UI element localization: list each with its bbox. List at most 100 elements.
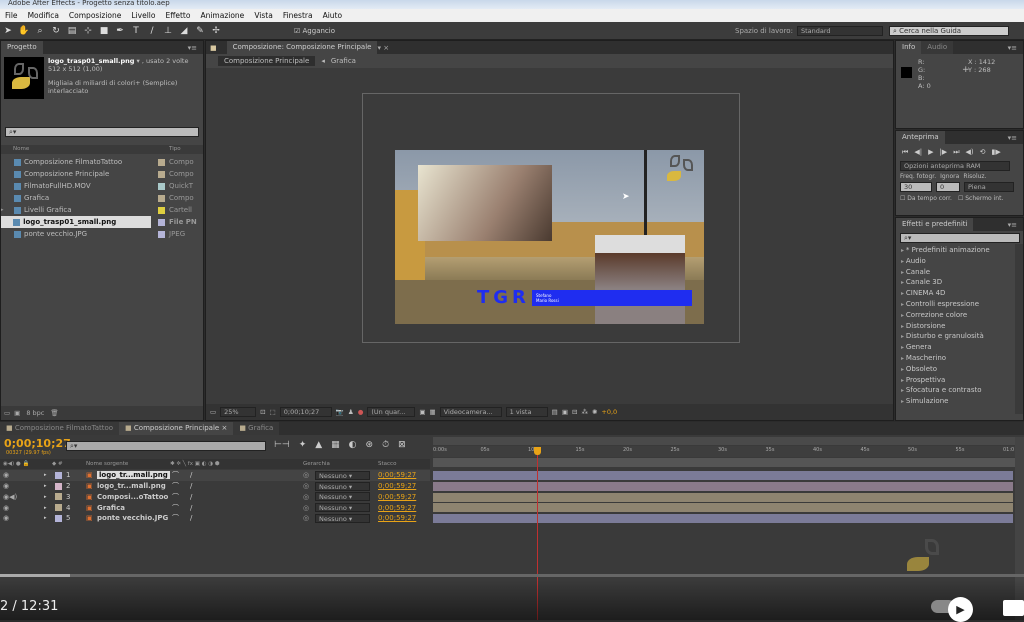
layer-row[interactable]: ◉ ▸ 1 ▣ logo_tr...mall.png ⌒ / ◎ Nessuno ▾ 0;00;5… [0,470,430,481]
shy-switch-icon[interactable]: ⌒ [172,470,179,480]
layer-stretch[interactable]: 0;00;59;27 [378,493,416,501]
visibility-icon[interactable]: ◉ [3,514,9,522]
label-color[interactable] [158,158,165,166]
video-progress-bar[interactable] [0,574,1024,577]
expand-icon[interactable]: ▸ [44,483,47,489]
flowchart-icon[interactable]: ⁂ [581,408,588,416]
frame-blending-icon[interactable]: ▦ [331,440,340,450]
tab-preview[interactable]: Anteprima [896,131,945,144]
hand-tool-icon[interactable]: ✋ [18,25,30,37]
skip-select[interactable]: 0 [936,182,960,192]
layer-label-color[interactable] [55,482,62,490]
layer-label-color[interactable] [55,504,62,512]
motion-blur-icon[interactable]: ◐ [349,440,357,450]
effect-category[interactable]: Canale [896,267,1023,278]
col-type[interactable]: Tipo [169,145,181,154]
parent-select[interactable]: Nessuno ▾ [315,492,370,502]
layer-duration-bar[interactable] [433,481,1013,491]
menu-livello[interactable]: Livello [126,11,160,20]
layer-name[interactable]: logo_tr...mall.png [97,471,170,480]
shy-switch-icon[interactable]: ⌒ [172,503,179,513]
prev-frame-icon[interactable]: ◀| [914,148,922,157]
ram-preview-icon[interactable]: ▮▶ [992,148,1001,157]
tab-filmato-tattoo[interactable]: ■ Composizione FilmatoTattoo [0,422,120,435]
layer-name[interactable]: logo_tr...mall.png [97,482,166,490]
layer-duration-bar[interactable] [433,471,1013,480]
timeline-timecode[interactable]: 0;00;10;27 [4,437,71,450]
breadcrumb-grafica[interactable]: Grafica [331,57,356,65]
expand-icon[interactable]: ▸ [44,472,47,478]
fps-select[interactable]: 30 [900,182,932,192]
layer-row[interactable]: ◉◀) ▸ 3 ▣ Composi...oTattoo ⌒ / ◎ Nessuno ▾ 0;00;… [0,492,430,503]
project-item[interactable]: Composizione Principale Compo [1,168,203,180]
layer-stretch[interactable]: 0;00;59;27 [378,504,416,512]
menu-vista[interactable]: Vista [249,11,278,20]
parent-select[interactable]: Nessuno ▾ [315,470,370,480]
layer-row[interactable]: ◉ ▸ 5 ▣ ponte vecchio.JPG ⌒ / ◎ Nessuno ▾ 0;00;59… [0,513,430,524]
layer-duration-bar[interactable] [433,503,1013,513]
parent-select[interactable]: Nessuno ▾ [315,503,370,513]
project-item[interactable]: Grafica Compo [1,192,203,204]
autoplay-play-icon[interactable]: ▶ [948,597,973,622]
effect-category[interactable]: * Predefiniti animazione [896,245,1023,256]
snapshot-icon[interactable]: 📷 [336,408,344,416]
quality-switch-icon[interactable]: / [190,471,192,479]
current-time-field[interactable]: 0;00;10;27 [279,407,332,417]
from-current-checkbox[interactable]: ☐ Da tempo corr. [900,195,952,202]
rotate-tool-icon[interactable]: ↻ [50,25,62,37]
tattoo-video-layer[interactable] [418,165,552,241]
snap-checkbox[interactable]: ☑ Aggancio [294,27,335,35]
tab-audio[interactable]: Audio [921,41,954,54]
project-item[interactable]: ▸ Livelli Grafica Cartell [1,204,203,216]
tab-info[interactable]: Info [896,41,922,54]
comp-mini-flowchart-icon[interactable]: ⊢⊣ [274,440,290,450]
effect-category[interactable]: Canale 3D [896,277,1023,288]
toggle-pixel-icon[interactable]: ▤ [552,408,558,416]
quality-switch-icon[interactable]: / [190,482,192,490]
breadcrumb-principale[interactable]: Composizione Principale [218,56,316,66]
time-ruler[interactable]: 0:00s 05s 10s 15s 20s 25s 30s 35s 40s 45s 50s 55s 01… [433,446,1015,457]
menu-file[interactable]: File [0,11,23,20]
puppet-tool-icon[interactable]: ✢ [210,25,222,37]
new-comp-icon[interactable]: ▣ [14,409,20,417]
effect-category[interactable]: Simulazione [896,396,1023,407]
timeline-search-input[interactable]: ⌕▾ [66,441,266,451]
tab-effects[interactable]: Effetti e predefiniti [896,218,974,231]
play-icon[interactable]: ▶ [928,148,933,157]
layer-name[interactable]: ponte vecchio.JPG [97,514,168,522]
layer-name[interactable]: Composi...oTattoo [97,493,168,501]
project-item[interactable]: ponte vecchio.JPG JPEG [1,228,203,240]
zoom-tool-icon[interactable]: ⌕ [34,25,46,37]
project-item[interactable]: Composizione FilmatoTattoo Compo [1,156,203,168]
bpc-label[interactable]: 8 bpc [26,409,44,417]
visibility-icon[interactable]: ◉ [3,482,9,490]
layer-stretch[interactable]: 0;00;59;27 [378,514,416,522]
label-color[interactable] [158,206,165,214]
layer-name[interactable]: Grafica [97,504,125,512]
tab-grafica[interactable]: ■ Grafica [233,422,280,435]
shy-switch-icon[interactable]: ⌒ [172,492,179,502]
layer-duration-bar[interactable] [433,492,1013,502]
exposure-icon[interactable]: ✺ [592,408,597,416]
label-color[interactable] [158,182,165,190]
audio-icon[interactable]: ◀) [966,148,974,157]
tab-project[interactable]: Progetto [1,41,43,54]
col-parent[interactable]: Gerarchia [303,459,330,469]
rectangle-tool-icon[interactable]: ■ [98,25,110,37]
label-color[interactable] [158,230,165,238]
playhead-handle[interactable] [533,447,541,455]
eraser-tool-icon[interactable]: ◢ [178,25,190,37]
effect-category[interactable]: CINEMA 4D [896,288,1023,299]
stamp-tool-icon[interactable]: ⊥ [162,25,174,37]
transparency-grid-icon[interactable]: ▦ [430,408,436,416]
ram-preview-options[interactable]: Opzioni anteprima RAM [900,161,1010,171]
col-stretch[interactable]: Stacco [378,459,396,469]
first-frame-icon[interactable]: ⏮ [902,148,908,157]
next-frame-icon[interactable]: |▶ [939,148,947,157]
graph-editor-icon[interactable]: ⊠ [398,440,406,450]
parent-pickwhip-icon[interactable]: ◎ [303,504,309,512]
timeline-icon[interactable]: ⊟ [572,408,577,416]
camera-tool-icon[interactable]: ▤ [66,25,78,37]
tab-composizione-principale[interactable]: ■ Composizione Principale × [119,422,234,435]
effect-category[interactable]: Distorsione [896,321,1023,332]
